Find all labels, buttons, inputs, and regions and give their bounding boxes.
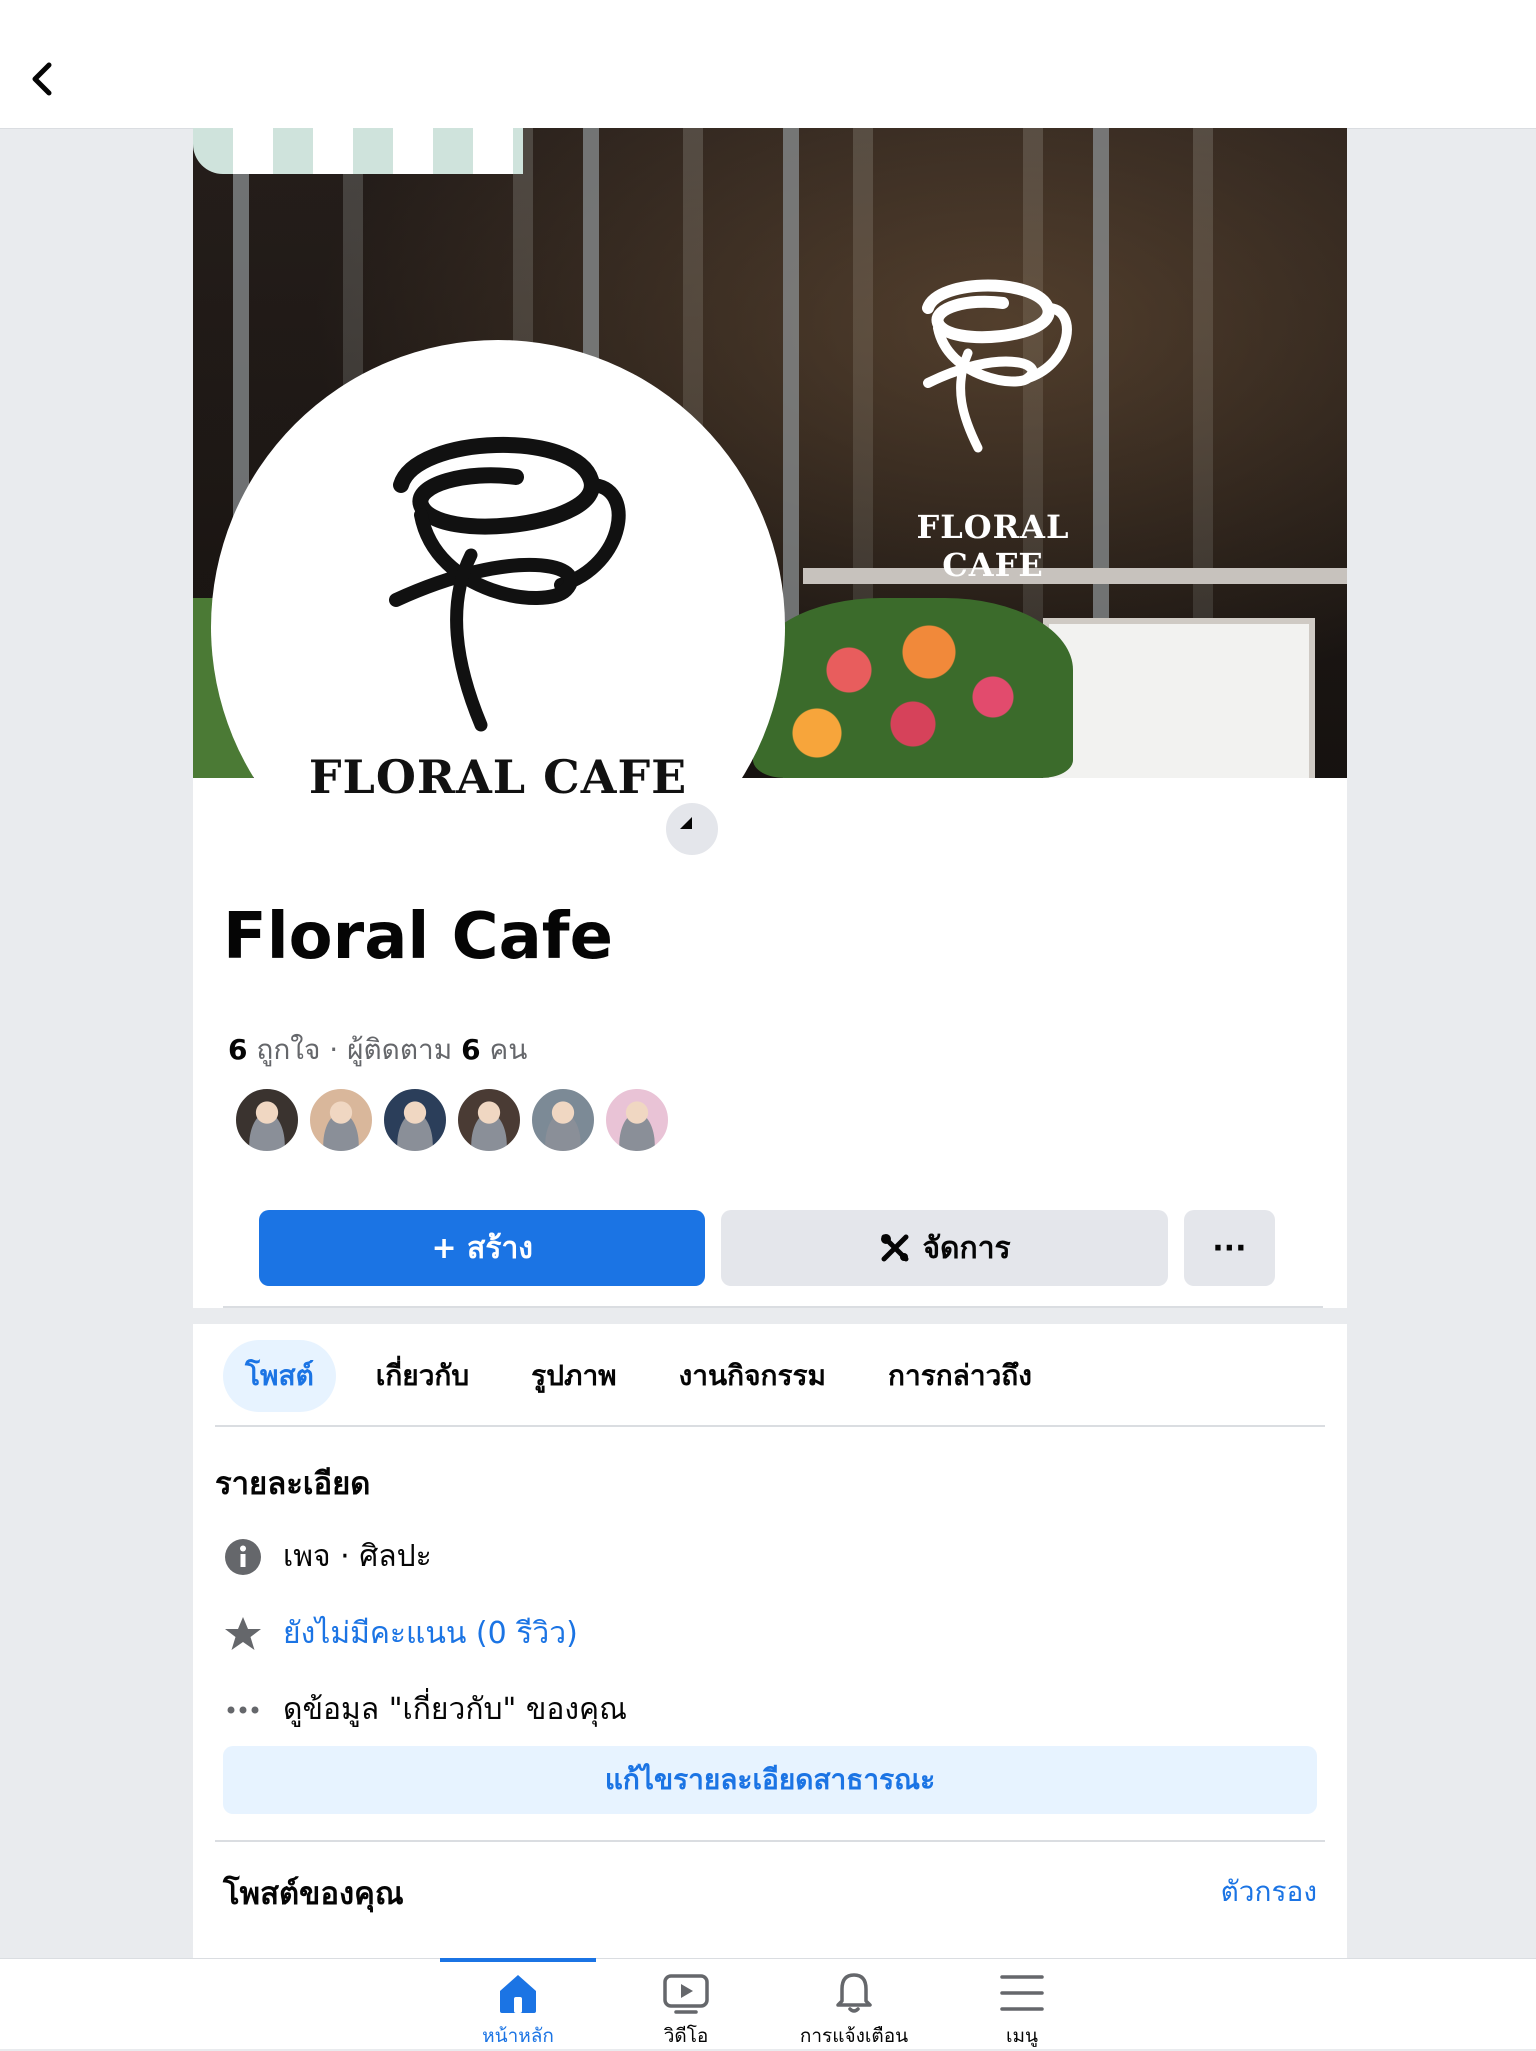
more-dots-icon: [223, 1690, 263, 1730]
bell-icon: [836, 1973, 872, 2013]
cover-cup-logo-icon: [922, 279, 1072, 453]
section-gap: [193, 1308, 1347, 1324]
category-text: เพจ · ศิลปะ: [283, 1539, 432, 1574]
edit-public-details-button[interactable]: แก้ไขรายละเอียดสาธารณะ: [223, 1746, 1317, 1814]
likes-label: ถูกใจ: [256, 1033, 321, 1066]
page-card: FLORAL CAFE FLORAL CAFE Floral Cafe 6 ถู…: [193, 128, 1347, 1958]
camera-icon: [680, 817, 692, 829]
likes-count: 6: [228, 1033, 248, 1066]
info-icon: [223, 1537, 263, 1577]
flowers-graphic: [753, 598, 1073, 778]
manage-label: จัดการ: [922, 1230, 1011, 1266]
filter-button[interactable]: ตัวกรอง: [1221, 1870, 1317, 1914]
tools-icon: [881, 1234, 909, 1262]
followers-count: 6: [461, 1033, 481, 1066]
chevron-left-icon: [32, 62, 52, 96]
more-icon: ···: [1212, 1230, 1247, 1266]
follower-avatar[interactable]: [233, 1086, 301, 1154]
create-button[interactable]: + สร้าง: [259, 1210, 706, 1286]
follower-avatar[interactable]: [603, 1086, 671, 1154]
nav-video-label: วิดีโอ: [663, 2025, 709, 2047]
home-icon: [500, 1975, 536, 2013]
top-bar: [0, 0, 1536, 129]
tab-posts[interactable]: โพสต์: [223, 1340, 336, 1412]
tab-mentions[interactable]: การกล่าวถึง: [866, 1340, 1054, 1412]
stats-separator: ·: [329, 1033, 348, 1066]
follower-avatars[interactable]: [233, 1086, 677, 1154]
avatar-cup-logo-icon: [389, 436, 626, 732]
video-icon: [663, 1974, 709, 2014]
edit-avatar-camera-button[interactable]: [663, 800, 721, 858]
manage-button[interactable]: จัดการ: [721, 1210, 1168, 1286]
page-stats[interactable]: 6 ถูกใจ · ผู้ติดตาม 6 คน: [228, 1028, 527, 1072]
nav-notifications-label: การแจ้งเตือน: [799, 2025, 909, 2047]
bottom-navigation: หน้าหลัก วิดีโอ การแจ้งเตือน เมนู: [0, 1958, 1536, 2049]
rating-text[interactable]: ยังไม่มีคะแนน (0 รีวิว): [283, 1610, 578, 1657]
nav-home[interactable]: หน้าหลัก: [448, 1959, 588, 2049]
back-button[interactable]: [22, 54, 62, 104]
your-posts-title: โพสต์ของคุณ: [223, 1876, 404, 1912]
awning-graphic: [193, 128, 523, 174]
about-text: ดูข้อมูล "เกี่ยวกับ" ของคุณ: [283, 1692, 627, 1727]
profile-tabs: โพสต์ เกี่ยวกับ รูปภาพ งานกิจกรรม การกล่…: [223, 1340, 1072, 1412]
followers-label: ผู้ติดตาม: [347, 1033, 453, 1066]
avatar-logo-text: FLORAL CAFE: [308, 750, 688, 804]
nav-home-label: หน้าหลัก: [482, 2025, 554, 2047]
divider: [215, 1425, 1325, 1427]
follower-avatar[interactable]: [307, 1086, 375, 1154]
rating-row[interactable]: ยังไม่มีคะแนน (0 รีวิว): [223, 1610, 578, 1657]
divider: [215, 1840, 1325, 1842]
menu-icon: [1000, 1975, 1044, 2011]
nav-menu-label: เมนู: [1005, 2025, 1038, 2047]
action-buttons: + สร้าง จัดการ ···: [259, 1210, 1276, 1286]
category-row: เพจ · ศิลปะ: [223, 1533, 432, 1580]
tab-about[interactable]: เกี่ยวกับ: [354, 1340, 491, 1412]
tab-events[interactable]: งานกิจกรรม: [657, 1340, 848, 1412]
about-row[interactable]: ดูข้อมูล "เกี่ยวกับ" ของคุณ: [223, 1686, 627, 1733]
nav-notifications[interactable]: การแจ้งเตือน: [784, 1959, 924, 2049]
active-tab-indicator: [440, 1958, 596, 1962]
page-name: Floral Cafe: [223, 900, 613, 974]
follower-avatar[interactable]: [529, 1086, 597, 1154]
star-icon: [223, 1614, 263, 1654]
follower-avatar[interactable]: [455, 1086, 523, 1154]
nav-menu[interactable]: เมนู: [952, 1959, 1092, 2049]
tab-photos[interactable]: รูปภาพ: [509, 1340, 638, 1412]
follower-avatar[interactable]: [381, 1086, 449, 1154]
nav-video[interactable]: วิดีโอ: [616, 1959, 756, 2049]
followers-unit: คน: [489, 1033, 528, 1066]
cover-logo-text: FLORAL CAFE: [916, 508, 1070, 584]
more-options-button[interactable]: ···: [1183, 1210, 1276, 1286]
details-title: รายละเอียด: [215, 1466, 371, 1502]
